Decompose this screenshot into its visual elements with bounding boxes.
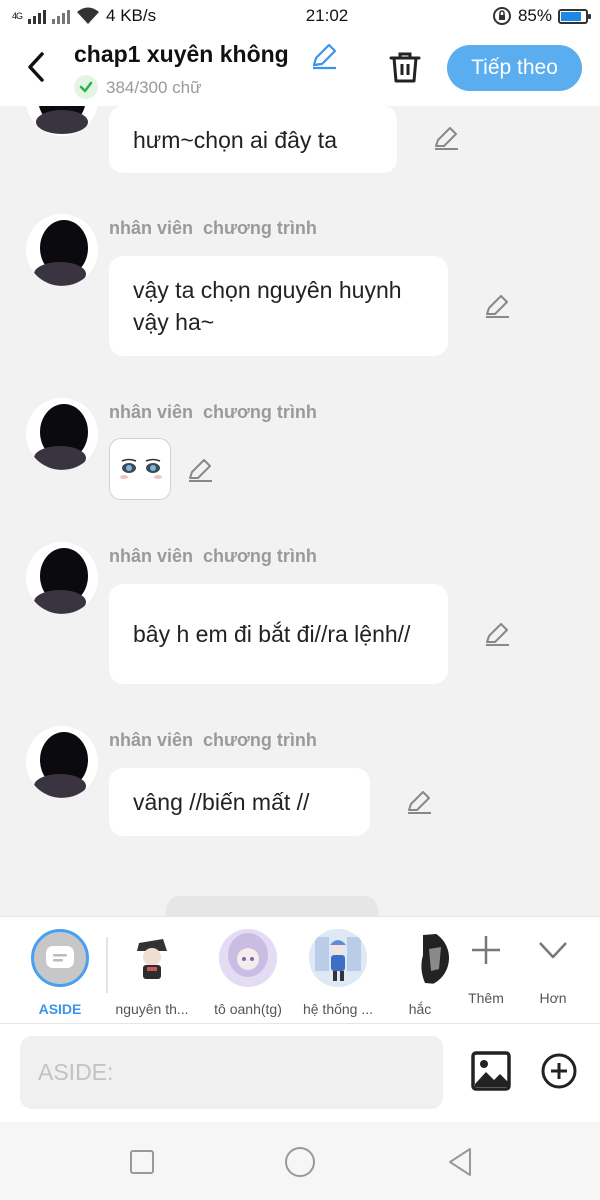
signal-icon: [28, 10, 71, 24]
chevron-left-icon: [28, 52, 44, 82]
speaker-name: nhân viên chương trình: [109, 730, 317, 750]
avatar[interactable]: [26, 398, 98, 470]
character-item[interactable]: hệ thống ...: [293, 929, 383, 1017]
home-icon[interactable]: [282, 1144, 318, 1180]
back-nav-icon[interactable]: [442, 1144, 478, 1180]
character-avatar: [123, 929, 181, 987]
speaker-name: nhân viên chương trình: [109, 218, 317, 238]
pencil-icon[interactable]: [483, 292, 511, 320]
pencil-icon[interactable]: [483, 620, 511, 648]
network-speed: 4 KB/s: [106, 6, 157, 25]
message-text: vâng //biến mất //: [133, 789, 310, 815]
speaker-name: nhân viên chương trình: [109, 402, 317, 422]
sticker-image[interactable]: [109, 438, 171, 500]
aside-avatar: [31, 929, 89, 987]
pencil-icon[interactable]: [405, 788, 433, 816]
message-bubble[interactable]: vâng //biến mất //: [109, 768, 370, 836]
character-avatar: [391, 929, 449, 987]
recents-icon[interactable]: [124, 1144, 160, 1180]
character-avatar: [219, 929, 277, 987]
message-bubble[interactable]: hưm~chọn ai đây ta: [109, 106, 397, 173]
chapter-title[interactable]: chap1 xuyên không: [74, 41, 289, 68]
character-label: nguyên th...: [115, 1001, 189, 1017]
insert-image-button[interactable]: [470, 1050, 512, 1092]
input-bar: [0, 1024, 600, 1122]
battery-icon: [558, 8, 591, 24]
battery-percent: 85%: [517, 6, 552, 25]
wifi-icon: [77, 7, 100, 24]
add-character-button[interactable]: Thêm: [456, 933, 516, 1006]
chevron-down-icon: [539, 942, 567, 959]
network-type: 4G: [12, 10, 23, 21]
aside-input[interactable]: [20, 1036, 443, 1109]
character-item[interactable]: tô oanh(tg): [203, 929, 293, 1017]
character-label: hệ thống ...: [302, 1001, 374, 1017]
battery-level: [561, 11, 582, 21]
status-bar: 4G 4 KB/s 21:02 85%: [0, 0, 600, 32]
character-item[interactable]: hắc: [375, 929, 465, 1017]
message-bubble[interactable]: vậy ta chọn nguyên huynh vậy ha~: [109, 256, 448, 356]
message-text: hưm~chọn ai đây ta: [133, 126, 337, 153]
aside-label: ASIDE: [38, 1001, 82, 1017]
plus-icon: [472, 936, 500, 964]
speaker-name: nhân viên chương trình: [109, 546, 317, 566]
character-label: hắc: [408, 1001, 432, 1017]
check-icon: [74, 75, 98, 99]
delete-button[interactable]: [386, 48, 424, 86]
add-button[interactable]: [540, 1052, 578, 1090]
status-right: 85%: [492, 6, 591, 26]
clock: 21:02: [305, 6, 349, 25]
message-bubble[interactable]: bây h em đi bắt đi//ra lệnh//: [109, 584, 448, 684]
add-label: Thêm: [468, 990, 504, 1006]
word-count: 384/300 chữ: [106, 78, 202, 97]
more-label: Hơn: [539, 990, 567, 1006]
chat-bubble-icon: [46, 946, 74, 968]
rotation-lock-icon: [492, 7, 511, 25]
image-icon: [471, 1051, 511, 1091]
character-bar: ASIDE nguyên th... tô oanh(tg) hệ thống …: [0, 916, 600, 1024]
pencil-icon[interactable]: [186, 456, 214, 484]
back-button[interactable]: [22, 50, 52, 84]
avatar[interactable]: [26, 542, 98, 614]
avatar[interactable]: [26, 726, 98, 798]
trash-icon: [389, 52, 421, 83]
message-text: bây h em đi bắt đi//ra lệnh//: [133, 621, 411, 647]
character-avatar: [309, 929, 367, 987]
editor-header: chap1 xuyên không 384/300 chữ Tiếp theo: [0, 32, 600, 106]
message-text: vậy ta chọn nguyên huynh vậy ha~: [133, 277, 402, 335]
plus-circle-icon: [541, 1053, 577, 1089]
next-button[interactable]: Tiếp theo: [447, 45, 582, 91]
system-nav-bar: [0, 1122, 600, 1200]
status-left: 4G 4 KB/s: [12, 6, 242, 26]
avatar[interactable]: [26, 214, 98, 286]
avatar[interactable]: [26, 106, 98, 136]
edit-title-button[interactable]: [309, 41, 339, 71]
more-button[interactable]: Hơn: [523, 933, 583, 1006]
character-aside[interactable]: ASIDE: [15, 929, 105, 1017]
character-label: tô oanh(tg): [214, 1001, 282, 1017]
pencil-icon[interactable]: [432, 124, 460, 152]
pencil-icon: [312, 43, 337, 70]
character-item[interactable]: nguyên th...: [107, 929, 197, 1017]
chat-area[interactable]: hưm~chọn ai đây ta nhân viên chương trìn…: [0, 106, 600, 916]
scroll-indicator: [166, 896, 378, 916]
